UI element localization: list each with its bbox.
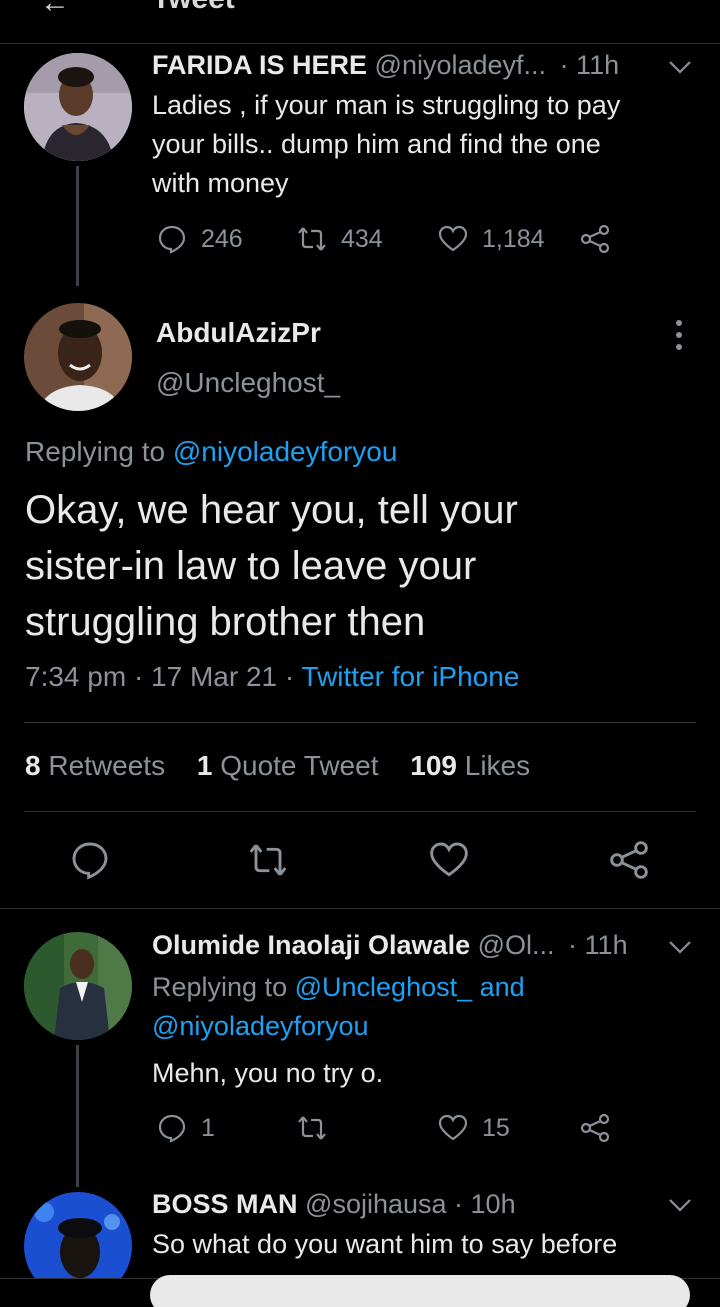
retweet-icon	[298, 1116, 326, 1140]
divider	[24, 811, 696, 812]
reply-icon	[158, 1114, 186, 1143]
reply-count: 1	[201, 1113, 215, 1142]
timestamp: 7:34 pm · 17 Mar 21 ·	[25, 661, 295, 692]
chevron-down-icon[interactable]	[668, 60, 692, 74]
reply-icon	[72, 842, 108, 880]
mention-link[interactable]: @Uncleghost_ and	[295, 972, 525, 1002]
tweet-meta: 7:34 pm · 17 Mar 21 · Twitter for iPhone	[25, 661, 519, 693]
thread-line	[76, 1045, 79, 1187]
share-icon	[580, 1113, 610, 1143]
back-arrow-icon[interactable]: ←	[40, 0, 70, 20]
share-button[interactable]	[609, 840, 649, 885]
tweet-header: Olumide Inaolaji Olawale @Ol... · 11h	[152, 930, 628, 961]
user-handle[interactable]: @Uncleghost_	[156, 367, 340, 399]
retweet-button[interactable]	[248, 840, 288, 885]
page-title: Tweet	[152, 0, 235, 16]
likes-stat[interactable]: 109 Likes	[410, 750, 530, 781]
display-name[interactable]: Olumide Inaolaji Olawale	[152, 930, 470, 960]
share-icon	[610, 841, 648, 879]
divider	[0, 908, 720, 909]
avatar[interactable]	[24, 932, 132, 1040]
like-button[interactable]: 1,184	[438, 224, 545, 254]
thread-line	[76, 166, 79, 286]
divider	[24, 722, 696, 723]
mention-link[interactable]: @niyoladeyforyou	[173, 436, 398, 467]
retweet-icon	[249, 844, 287, 876]
tweet-time: · 10h	[454, 1189, 516, 1219]
share-button[interactable]	[580, 1113, 610, 1143]
quotes-stat[interactable]: 1 Quote Tweet	[197, 750, 379, 781]
replying-to: Replying to @niyoladeyforyou	[25, 436, 398, 467]
source-link[interactable]: Twitter for iPhone	[302, 661, 520, 692]
retweet-icon	[298, 227, 326, 251]
reply-composer[interactable]	[150, 1275, 690, 1307]
share-button[interactable]	[580, 224, 610, 254]
tweet-time: · 11h	[559, 50, 620, 80]
tweet-text: So what do you want him to say before	[152, 1229, 618, 1259]
retweet-count: 434	[341, 224, 383, 253]
like-count: 15	[482, 1113, 510, 1142]
chevron-down-icon[interactable]	[668, 940, 692, 954]
reply-button[interactable]: 246	[157, 224, 243, 254]
avatar[interactable]	[24, 53, 132, 161]
display-name[interactable]: AbdulAzizPr	[156, 317, 321, 349]
like-count: 1,184	[482, 224, 545, 253]
top-bar: ← Tweet	[0, 0, 720, 44]
share-icon	[580, 224, 610, 254]
tweet-text: Okay, we hear you, tell your sister-in l…	[25, 488, 518, 644]
mention-link[interactable]: @niyoladeyforyou	[152, 1007, 692, 1046]
tweet-text: Mehn, you no try o.	[152, 1058, 384, 1088]
retweet-button[interactable]	[297, 1113, 341, 1143]
avatar[interactable]	[24, 303, 132, 411]
reply-button[interactable]: 1	[157, 1113, 215, 1143]
retweet-button[interactable]: 434	[297, 224, 383, 254]
replying-to: Replying to @Uncleghost_ and @niyoladeyf…	[152, 968, 692, 1046]
display-name[interactable]: FARIDA IS HERE	[152, 50, 367, 80]
like-button[interactable]: 15	[438, 1113, 510, 1143]
tweet-time: · 11h	[568, 930, 628, 960]
chevron-down-icon[interactable]	[668, 1198, 692, 1212]
tweet-header: FARIDA IS HERE @niyoladeyf... · 11h	[152, 50, 619, 81]
more-vertical-icon[interactable]	[672, 318, 686, 352]
retweets-stat[interactable]: 8 Retweets	[25, 750, 165, 781]
user-handle[interactable]: @niyoladeyf...	[375, 50, 547, 80]
reply-icon	[158, 225, 186, 254]
tweet-header: BOSS MAN @sojihausa · 10h	[152, 1189, 516, 1220]
user-handle[interactable]: @Ol...	[478, 930, 555, 960]
like-button[interactable]	[429, 840, 469, 885]
user-handle[interactable]: @sojihausa	[305, 1189, 447, 1219]
display-name[interactable]: BOSS MAN	[152, 1189, 298, 1219]
heart-icon	[430, 842, 468, 877]
reply-button[interactable]	[70, 840, 110, 885]
bottom-bar	[0, 1275, 720, 1307]
heart-icon	[438, 1114, 468, 1141]
engagement-stats: 8 Retweets 1 Quote Tweet 109 Likes	[25, 750, 530, 782]
reply-count: 246	[201, 224, 243, 253]
heart-icon	[438, 225, 468, 252]
tweet-text: Ladies , if your man is struggling to pa…	[152, 90, 621, 198]
